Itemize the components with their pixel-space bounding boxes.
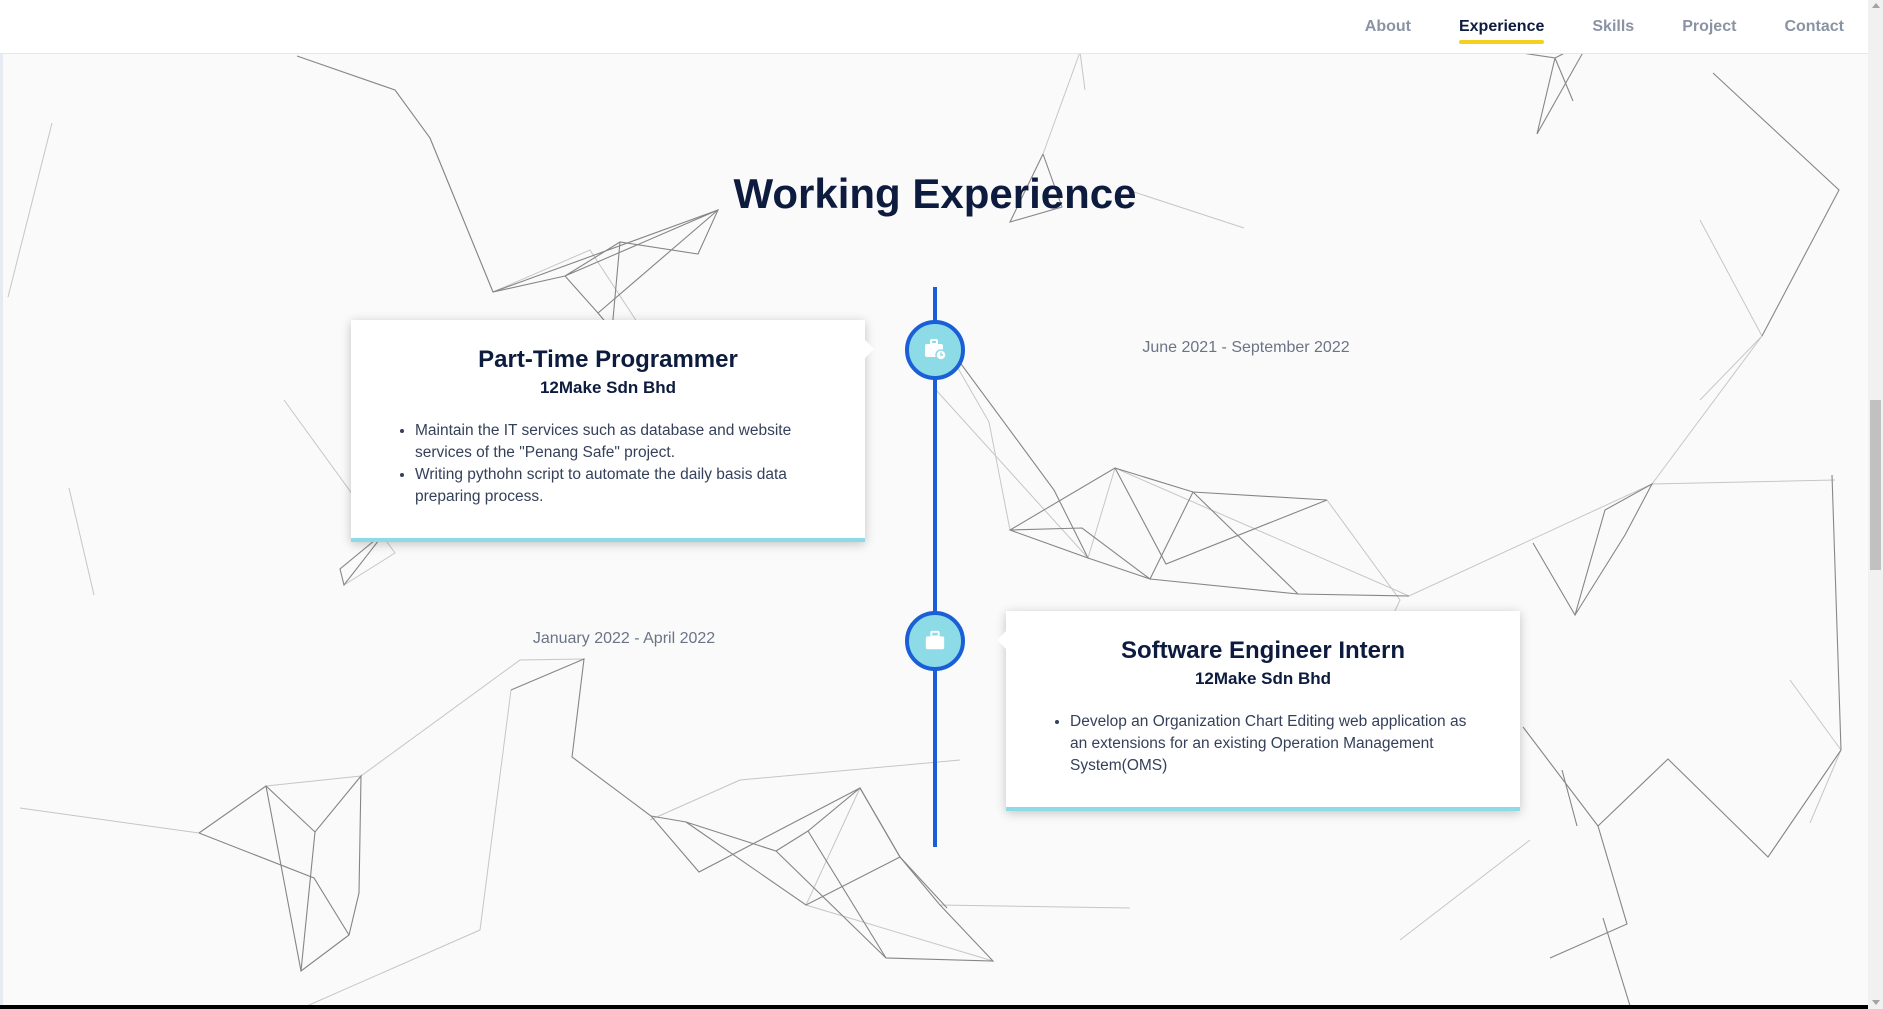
nav-links: About Experience Skills Project Contact [1317,0,1844,53]
company-name: 12Make Sdn Bhd [539,378,677,397]
nav-link-skills[interactable]: Skills [1592,12,1634,42]
experience-date: June 2021 - September 2022 [1142,339,1350,356]
window-bottom-edge [0,1005,1868,1009]
scroll-up-arrow-icon[interactable] [1872,3,1880,8]
nav-link-experience[interactable]: Experience [1458,12,1545,44]
nav-link-about[interactable]: About [1365,12,1411,42]
responsibility-item: Develop an Organization Chart Editing we… [1070,711,1480,777]
nav-link-project[interactable]: Project [1682,12,1736,42]
experience-card-part-time-programmer: Part-Time Programmer 12Make Sdn Bhd Main… [351,320,874,542]
section-title: Working Experience [733,170,1137,217]
briefcase-icon [905,611,965,671]
experience-date: January 2022 - April 2022 [532,630,716,647]
responsibility-item: Maintain the IT services such as databas… [415,420,825,464]
top-navbar: About Experience Skills Project Contact [0,0,1868,54]
briefcase-clock-icon [905,320,965,380]
experience-card-software-engineer-intern: Software Engineer Intern 12Make Sdn Bhd … [997,611,1520,811]
scrollbar-thumb[interactable] [1870,400,1881,570]
job-title: Part-Time Programmer [478,346,738,373]
company-name: 12Make Sdn Bhd [1194,669,1332,688]
responsibility-list: Maintain the IT services such as databas… [391,420,825,508]
responsibility-list: Develop an Organization Chart Editing we… [1046,711,1480,777]
responsibility-item: Writing pythohn script to automate the d… [415,464,825,508]
scroll-down-arrow-icon[interactable] [1872,1000,1880,1005]
page: About Experience Skills Project Contact … [0,0,1868,1009]
job-title: Software Engineer Intern [1120,637,1406,664]
nav-link-contact[interactable]: Contact [1784,12,1844,42]
